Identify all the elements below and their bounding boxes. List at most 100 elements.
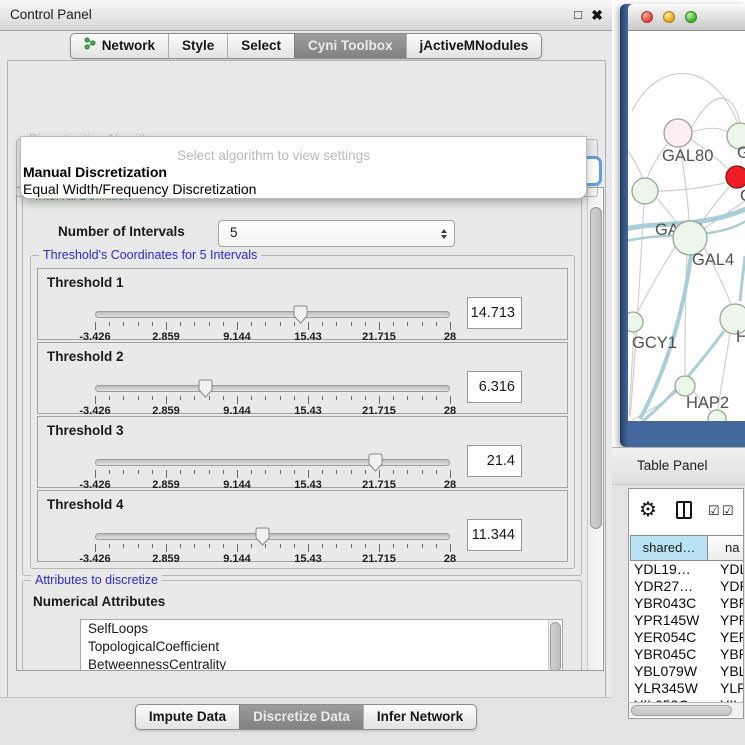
attribute-item[interactable]: SelfLoops <box>81 620 562 638</box>
tab-infer-network-label: Infer Network <box>377 705 463 729</box>
threshold-value-box[interactable]: 21.4 <box>467 445 522 477</box>
network-node[interactable] <box>664 119 692 147</box>
tab-select-label: Select <box>241 34 281 58</box>
thresholds-group: Threshold's Coordinates for 5 Intervals … <box>30 255 575 569</box>
threshold-label: Threshold 4 <box>47 497 124 512</box>
control-panel-titlebar: Control Panel □ ✖ <box>0 0 612 31</box>
algorithm-dropdown-popup: Select algorithm to view settings Manual… <box>20 136 587 199</box>
threshold-value-box[interactable]: 11.344 <box>467 519 522 551</box>
network-node-label: HAP2 <box>686 394 729 412</box>
threshold-slider[interactable]: -3.4262.8599.14415.4321.71528 <box>95 383 450 413</box>
slider-track[interactable] <box>95 311 450 318</box>
thresholds-group-title: Threshold's Coordinates for 5 Intervals <box>39 248 261 262</box>
tab-jactivemnodules[interactable]: jActiveMNodules <box>406 34 542 58</box>
scale-label: 2.859 <box>152 553 180 565</box>
table-rows: YDL19… YDL1 YDR27… YDR2 YBR043C YBR0 YPR… <box>630 561 744 714</box>
network-canvas[interactable]: GAL80GCGAL11GAL4GCY1HHAP2 <box>628 31 745 421</box>
threshold-panel: Threshold 4 -3.4262.8599.14415.4321.7152… <box>37 490 568 562</box>
table-row[interactable]: YBL079W YBL0 <box>630 663 744 680</box>
table-row[interactable]: YBR043C YBR0 <box>630 595 744 612</box>
threshold-panel: Threshold 3 -3.4262.8599.14415.4321.7152… <box>37 416 568 488</box>
combo-stepper-icon <box>441 229 447 239</box>
scale-label: 28 <box>444 553 456 565</box>
scale-label: 21.715 <box>362 553 396 565</box>
network-node[interactable] <box>673 221 707 255</box>
table-header-row: shared… na <box>630 535 744 561</box>
table-horizontal-scrollbar[interactable] <box>629 702 743 717</box>
num-intervals-value: 5 <box>230 225 238 240</box>
top-tab-group: Network Style Select Cyni Toolbox jActiv… <box>70 33 543 59</box>
minimize-traffic-light-icon[interactable] <box>663 11 675 23</box>
column-header-shared-name[interactable]: shared… <box>630 535 708 561</box>
attribute-item[interactable]: BetweennessCentrality <box>81 656 562 671</box>
network-node-label: H <box>736 328 745 346</box>
tab-network[interactable]: Network <box>71 34 168 58</box>
checkbox-icon[interactable]: ☑ <box>722 503 734 519</box>
network-node-label: G <box>737 144 745 162</box>
settings-scrollbar-thumb[interactable] <box>590 207 602 529</box>
table-hscroll-thumb[interactable] <box>631 705 732 716</box>
algorithm-option-manual[interactable]: Manual Discretization <box>23 164 167 180</box>
column-header-name[interactable]: na <box>708 535 744 561</box>
numerical-attributes-list[interactable]: SelfLoopsTopologicalCoefficientBetweenne… <box>80 619 563 671</box>
network-node-label: GCY1 <box>632 334 677 352</box>
threshold-label: Threshold 3 <box>47 423 124 438</box>
close-traffic-light-icon[interactable] <box>641 11 653 23</box>
screen: Control Panel □ ✖ Network Style Select C… <box>0 0 745 745</box>
close-icon[interactable]: ✖ <box>591 7 603 23</box>
tab-infer-network[interactable]: Infer Network <box>363 705 476 729</box>
control-panel-window: Control Panel □ ✖ Network Style Select C… <box>0 0 613 745</box>
zoom-traffic-light-icon[interactable] <box>685 11 697 23</box>
table-row[interactable]: YDR27… YDR2 <box>630 578 744 595</box>
network-node[interactable] <box>675 376 695 396</box>
threshold-slider[interactable]: -3.4262.8599.14415.4321.71528 <box>95 309 450 339</box>
attribute-item[interactable]: TopologicalCoefficient <box>81 638 562 656</box>
slider-track[interactable] <box>95 533 450 540</box>
tab-impute-data[interactable]: Impute Data <box>136 705 239 729</box>
cyni-toolbox-panel: Discretization Algorithm Select algorith… <box>7 60 606 699</box>
algorithm-option-equal-width[interactable]: Equal Width/Frequency Discretization <box>23 181 256 197</box>
network-node[interactable] <box>632 178 658 204</box>
network-view-window: GAL80GCGAL11GAL4GCY1HHAP2 <box>620 4 745 447</box>
split-columns-icon[interactable] <box>676 501 692 519</box>
threshold-slider[interactable]: -3.4262.8599.14415.4321.71528 <box>95 457 450 487</box>
table-row[interactable]: YER054C YER0 <box>630 629 744 646</box>
tab-style-label: Style <box>182 34 214 58</box>
float-window-icon[interactable]: □ <box>574 7 582 23</box>
tab-impute-data-label: Impute Data <box>149 705 226 729</box>
settings-vertical-scrollbar[interactable] <box>587 188 603 670</box>
tab-network-label: Network <box>102 34 155 58</box>
tab-style[interactable]: Style <box>168 34 227 58</box>
num-intervals-label: Number of Intervals <box>58 224 185 239</box>
tab-select[interactable]: Select <box>227 34 294 58</box>
gear-icon[interactable]: ⚙ <box>639 497 657 522</box>
network-node[interactable] <box>628 312 643 332</box>
slider-ticks <box>95 396 450 405</box>
table-row[interactable]: YPR145W YPR1 <box>630 612 744 629</box>
threshold-value-box[interactable]: 14.713 <box>467 297 522 329</box>
network-node-label: GAL4 <box>692 251 734 269</box>
scale-label: -3.426 <box>79 553 110 565</box>
table-row[interactable]: YDL19… YDL1 <box>630 561 744 578</box>
table-row[interactable]: YBR045C YBR0 <box>630 646 744 663</box>
threshold-value-box[interactable]: 6.316 <box>467 371 522 403</box>
slider-ticks <box>95 544 450 553</box>
slider-ticks <box>95 322 450 331</box>
settings-scrollpane: Interval Definition Number of Intervals … <box>16 187 604 671</box>
checkbox-icon[interactable]: ☑ <box>708 503 720 519</box>
window-title: Control Panel <box>10 7 92 22</box>
network-node-label: GAL80 <box>662 147 713 165</box>
slider-track[interactable] <box>95 459 450 466</box>
scale-label: 15.43 <box>294 553 322 565</box>
tab-cyni-toolbox[interactable]: Cyni Toolbox <box>294 34 406 58</box>
attr-list-scrollbar[interactable] <box>548 620 562 671</box>
slider-track[interactable] <box>95 385 450 392</box>
tab-discretize-data[interactable]: Discretize Data <box>239 705 363 729</box>
num-intervals-combobox[interactable]: 5 <box>218 220 455 247</box>
attributes-group-title: Attributes to discretize <box>31 573 162 587</box>
node-table: ⚙ ☑ ☑ shared… na YDL19… YDL1 YDR27… YDR2… <box>628 488 744 719</box>
network-node[interactable] <box>726 166 745 188</box>
table-row[interactable]: YLR345W YLR3 <box>630 680 744 697</box>
slider-ticks <box>95 470 450 479</box>
threshold-slider[interactable]: -3.4262.8599.14415.4321.71528 <box>95 531 450 561</box>
